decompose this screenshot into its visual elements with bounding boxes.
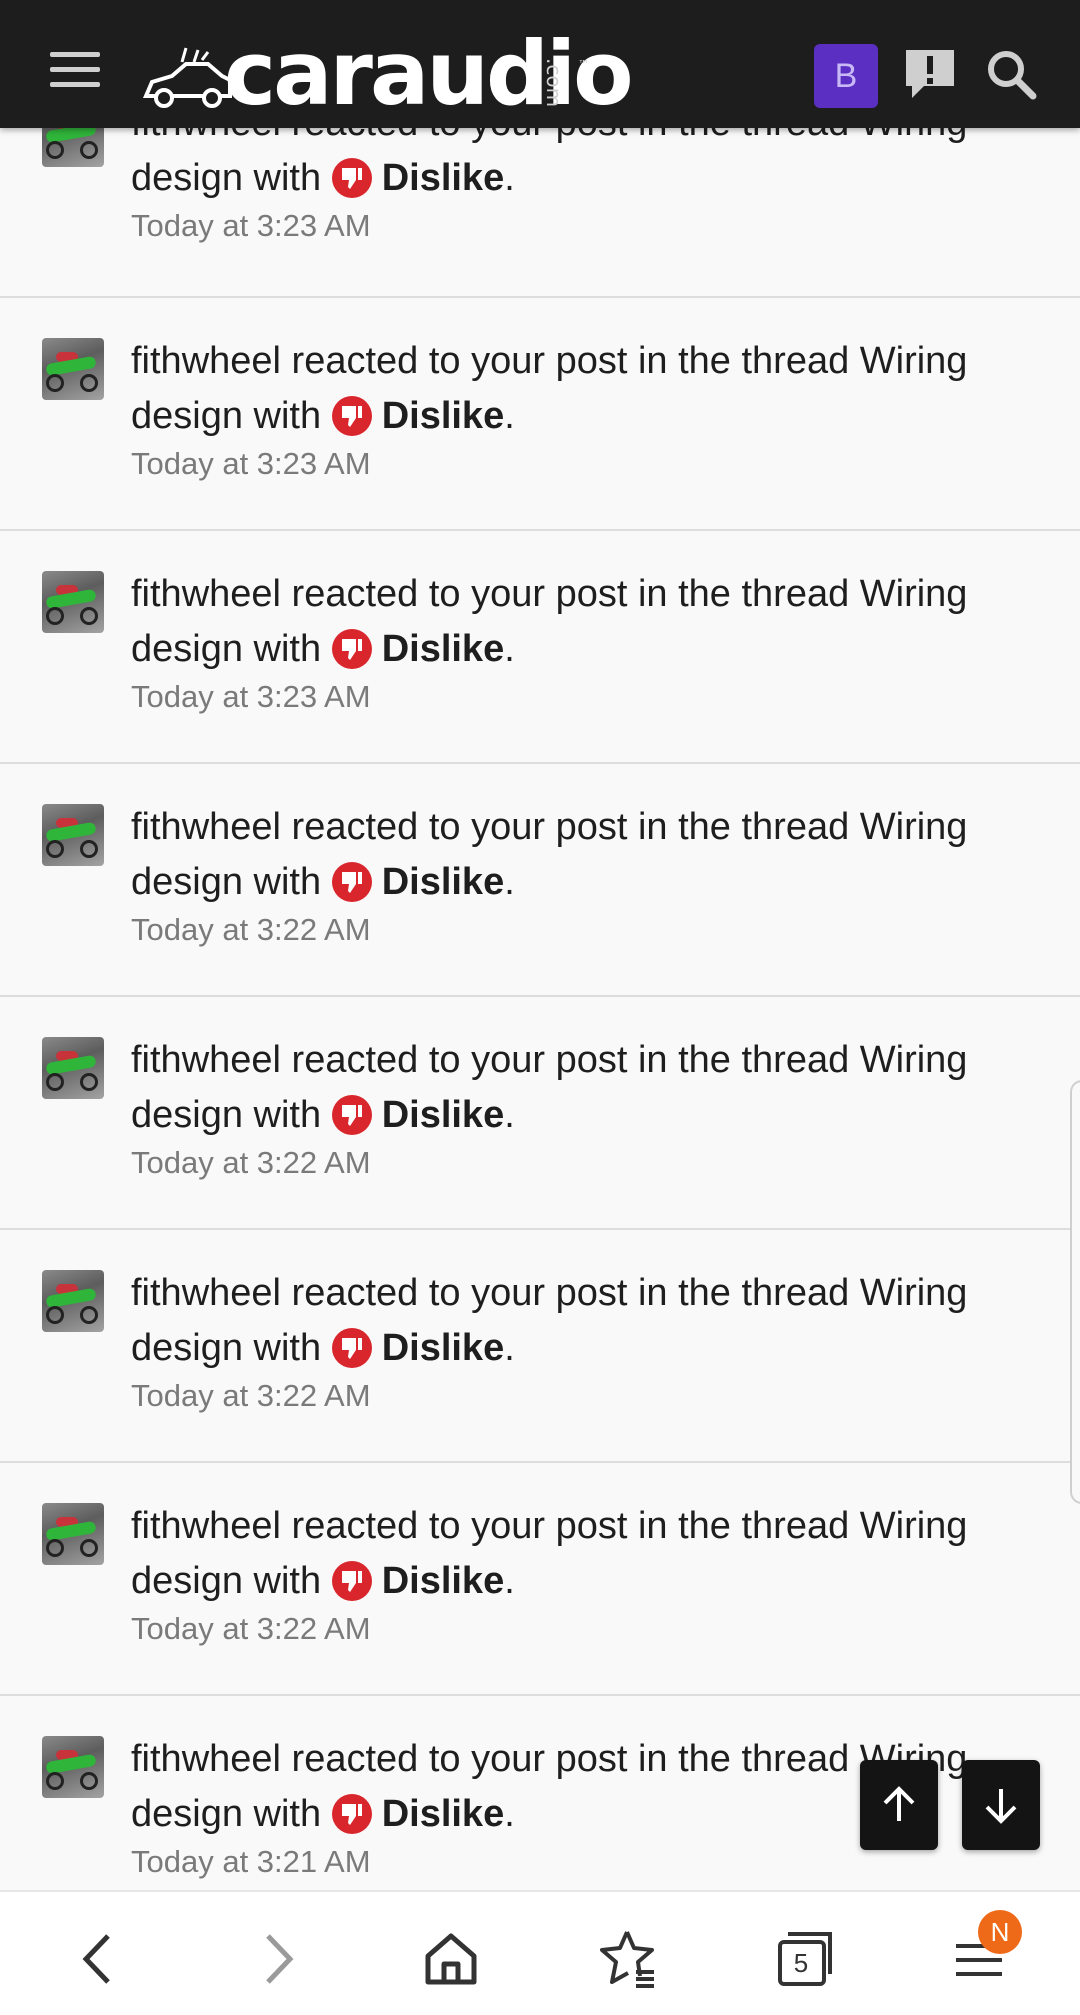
reaction-label: Dislike	[381, 157, 505, 199]
car-logo-icon	[142, 47, 232, 108]
dislike-icon	[331, 396, 372, 436]
arrow-down-icon	[985, 1789, 1017, 1824]
reaction-label: Dislike	[381, 628, 505, 670]
logo-suffix: .com	[542, 58, 566, 108]
tabs-icon[interactable]: 5	[768, 1924, 838, 1994]
notification-item[interactable]: fithwheel reacted to your post in the th…	[0, 531, 1080, 764]
back-icon[interactable]	[66, 1924, 136, 1994]
dislike-icon	[331, 862, 372, 902]
reaction-label: Dislike	[381, 395, 505, 437]
reaction-label: Dislike	[381, 1793, 505, 1835]
dislike-icon	[331, 1095, 372, 1135]
notification-text[interactable]: fithwheel reacted to your post in the th…	[131, 800, 1031, 910]
user-avatar-button[interactable]: B	[814, 44, 878, 108]
user-avatar[interactable]	[42, 1037, 104, 1099]
notification-item[interactable]: fithwheel reacted to your post in the th…	[0, 1230, 1080, 1463]
notification-item[interactable]: fithwheel reacted to your post in the th…	[0, 1463, 1080, 1696]
tab-count: 5	[793, 1948, 809, 1978]
user-avatar[interactable]	[42, 1503, 104, 1565]
scroll-to-top-button[interactable]	[860, 1760, 938, 1850]
notification-time: Today at 3:23 AM	[131, 208, 371, 243]
scroll-to-bottom-button[interactable]	[962, 1760, 1040, 1850]
arrow-up-icon	[883, 1786, 915, 1821]
dislike-icon	[331, 1561, 372, 1601]
forward-icon[interactable]	[240, 1924, 310, 1994]
notification-text[interactable]: fithwheel reacted to your post in the th…	[131, 334, 1031, 444]
user-avatar[interactable]	[42, 804, 104, 866]
notification-text[interactable]: fithwheel reacted to your post in the th…	[131, 567, 1031, 677]
edge-panel-handle[interactable]	[1070, 1080, 1080, 1504]
user-avatar[interactable]	[42, 1736, 104, 1798]
logo-wordmark: caraudio	[224, 22, 634, 125]
user-avatar[interactable]	[42, 338, 104, 400]
alert-icon[interactable]	[900, 44, 960, 104]
notification-time: Today at 3:22 AM	[131, 912, 371, 947]
notification-list: fithwheel reacted to your post in the th…	[0, 98, 1080, 1929]
dislike-icon	[331, 158, 372, 198]
reaction-label: Dislike	[381, 861, 505, 903]
notification-text[interactable]: fithwheel reacted to your post in the th…	[131, 1033, 1031, 1143]
notification-item[interactable]: fithwheel reacted to your post in the th…	[0, 98, 1080, 298]
search-icon[interactable]	[985, 48, 1039, 102]
dislike-icon	[331, 1794, 372, 1834]
user-avatar[interactable]	[42, 1270, 104, 1332]
reaction-label: Dislike	[381, 1327, 505, 1369]
notification-item[interactable]: fithwheel reacted to your post in the th…	[0, 764, 1080, 997]
menu-icon[interactable]	[50, 52, 102, 92]
notification-text[interactable]: fithwheel reacted to your post in the th…	[131, 1266, 1031, 1376]
site-logo[interactable]: caraudio .com ™	[142, 28, 634, 118]
notification-time: Today at 3:22 AM	[131, 1611, 371, 1646]
bookmarks-icon[interactable]	[592, 1924, 662, 1994]
notification-text[interactable]: fithwheel reacted to your post in the th…	[131, 1499, 1031, 1609]
menu-notification-badge: N	[978, 1910, 1022, 1954]
logo-trademark: ™	[578, 58, 589, 71]
browser-bottom-bar: 5 N	[0, 1890, 1080, 2015]
notification-time: Today at 3:22 AM	[131, 1145, 371, 1180]
reaction-label: Dislike	[381, 1094, 505, 1136]
notification-item[interactable]: fithwheel reacted to your post in the th…	[0, 298, 1080, 531]
notification-time: Today at 3:22 AM	[131, 1378, 371, 1413]
reaction-label: Dislike	[381, 1560, 505, 1602]
dislike-icon	[331, 1328, 372, 1368]
notification-time: Today at 3:23 AM	[131, 446, 371, 481]
notification-time: Today at 3:23 AM	[131, 679, 371, 714]
notification-item[interactable]: fithwheel reacted to your post in the th…	[0, 997, 1080, 1230]
site-header: caraudio .com ™ B	[0, 0, 1080, 128]
home-icon[interactable]	[416, 1924, 486, 1994]
dislike-icon	[331, 629, 372, 669]
user-avatar[interactable]	[42, 571, 104, 633]
